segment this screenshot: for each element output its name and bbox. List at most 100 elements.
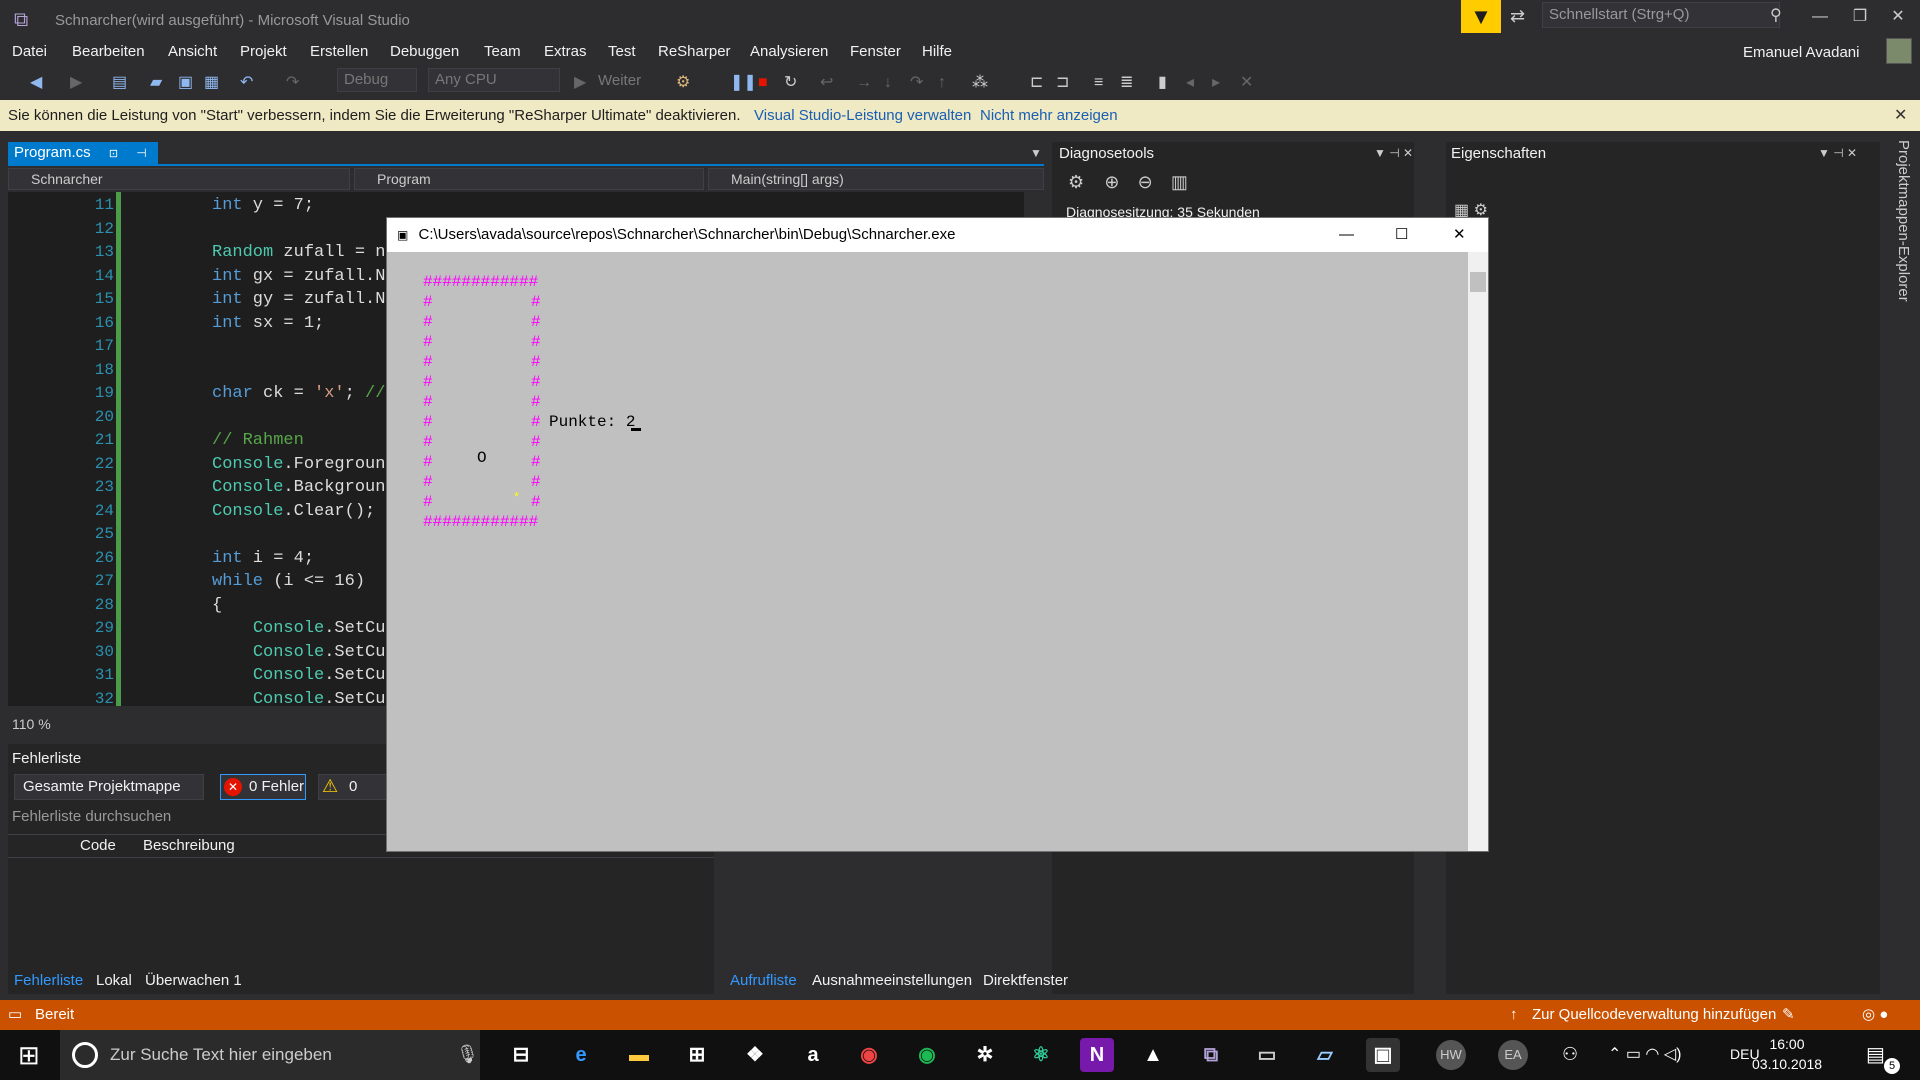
tab-program-cs[interactable]: Program.cs ⊡ ⊣ ✕ xyxy=(8,142,158,184)
scope-combo[interactable]: Gesamte Projektmappe xyxy=(14,774,204,800)
microphone-icon[interactable]: 🎙︎ xyxy=(456,1044,479,1065)
stop-icon[interactable]: ■ xyxy=(758,73,768,93)
menu-projekt[interactable]: Projekt xyxy=(240,42,287,62)
console-app-icon[interactable]: ▣ xyxy=(1366,1038,1400,1072)
tab-dropdown-icon[interactable]: ▼ xyxy=(1030,146,1042,160)
menu-team[interactable]: Team xyxy=(484,42,521,62)
code-line[interactable]: Console.SetCur xyxy=(212,666,396,685)
pin-icon[interactable]: ⊣ xyxy=(136,146,146,160)
close-button[interactable]: ✕ xyxy=(1878,4,1918,30)
menu-datei[interactable]: Datei xyxy=(12,42,47,62)
code-line[interactable]: Console.SetCur xyxy=(212,643,396,662)
console-scrollbar[interactable] xyxy=(1468,252,1488,851)
action-center-icon[interactable]: ▤ xyxy=(1866,1042,1885,1067)
clock[interactable]: 16:00 03.10.2018 xyxy=(1752,1034,1822,1074)
scroll-thumb[interactable] xyxy=(1470,272,1486,292)
console-output[interactable]: ############ # # # # # # # # # # # # # # # # # # # # # # ######… xyxy=(387,252,1468,851)
console-window[interactable]: ▣ C:\Users\avada\source\repos\Schnarcher… xyxy=(386,217,1489,852)
tray-icons[interactable]: ⌃ ▭ ◠ ◁) xyxy=(1608,1044,1681,1064)
new-project-icon[interactable]: ▤ xyxy=(112,73,127,93)
feedback-icon[interactable]: ⇄ xyxy=(1510,6,1525,27)
amazon-icon[interactable]: a xyxy=(796,1038,830,1072)
code-line[interactable]: int gx = zufall.Ne xyxy=(212,267,396,286)
code-line[interactable]: int gy = zufall.Ne xyxy=(212,290,396,309)
code-line[interactable]: Random zufall = ne xyxy=(212,243,396,262)
code-line[interactable]: Console.SetCur xyxy=(212,690,396,707)
console-minimize-button[interactable]: — xyxy=(1339,218,1354,252)
clear-bookmarks-icon[interactable]: ✕ xyxy=(1240,73,1253,93)
pen-icon[interactable]: ✎ xyxy=(1782,1000,1795,1030)
class-combo[interactable]: Program xyxy=(354,168,704,190)
uncomment-icon[interactable]: ⊐ xyxy=(1056,73,1069,93)
manage-performance-link[interactable]: Visual Studio-Leistung verwalten xyxy=(754,100,971,131)
explorer-icon[interactable]: ▬ xyxy=(622,1038,656,1072)
settings-icon[interactable]: ⚙ xyxy=(1068,172,1084,192)
code-line[interactable]: Console.Background xyxy=(212,478,396,497)
onenote-icon[interactable]: N xyxy=(1080,1038,1114,1072)
edge-icon[interactable]: e xyxy=(564,1038,598,1072)
menu-hilfe[interactable]: Hilfe xyxy=(922,42,952,62)
code-line[interactable]: int i = 4; xyxy=(212,549,314,568)
config-combo[interactable]: Debug xyxy=(337,68,417,92)
outdent-icon[interactable]: ≣ xyxy=(1120,73,1133,93)
comment-icon[interactable]: ⊏ xyxy=(1030,73,1043,93)
indent-icon[interactable]: ≡ xyxy=(1094,73,1103,93)
cortana-icon[interactable] xyxy=(72,1042,98,1068)
taskbar-search-input[interactable]: Zur Suche Text hier eingeben xyxy=(60,1030,480,1080)
step-out-icon[interactable]: ↑ xyxy=(938,73,946,93)
notification-filter-icon[interactable]: ▼ xyxy=(1461,0,1501,33)
zoom-in-icon[interactable]: ⊕ xyxy=(1104,172,1119,192)
error-search-input[interactable]: Fehlerliste durchsuchen xyxy=(12,808,171,825)
tab-ueberwachen[interactable]: Überwachen 1 xyxy=(145,972,242,989)
back-icon[interactable]: ◀ xyxy=(30,73,42,93)
console-close-button[interactable]: ✕ xyxy=(1453,218,1466,252)
save-icon[interactable]: ▣ xyxy=(178,73,193,93)
prev-bookmark-icon[interactable]: ◂ xyxy=(1186,73,1194,93)
menu-test[interactable]: Test xyxy=(608,42,636,62)
user-avatar-ea[interactable]: EA xyxy=(1498,1040,1528,1070)
menu-resharper[interactable]: ReSharper xyxy=(658,42,731,62)
code-line[interactable]: { xyxy=(212,596,222,615)
platform-combo[interactable]: Any CPU xyxy=(428,68,560,92)
task-view-icon[interactable]: ⊟ xyxy=(504,1038,538,1072)
code-line[interactable]: Console.Foreground xyxy=(212,455,396,474)
open-folder-icon[interactable]: ▰ xyxy=(150,73,162,93)
show-next-statement-icon[interactable]: ↩ xyxy=(820,73,833,93)
code-line[interactable]: char ck = 'x'; // xyxy=(212,384,385,403)
step-into-icon[interactable]: ↓ xyxy=(884,73,892,93)
menu-bearbeiten[interactable]: Bearbeiten xyxy=(72,42,145,62)
restore-button[interactable]: ❐ xyxy=(1840,4,1880,30)
console-titlebar[interactable]: ▣ C:\Users\avada\source\repos\Schnarcher… xyxy=(387,218,1488,252)
code-line[interactable]: int sx = 1; xyxy=(212,314,324,333)
continue-icon[interactable]: ▶ xyxy=(574,73,586,93)
process-icon[interactable]: ⚙ xyxy=(676,73,690,93)
quick-launch-input[interactable]: Schnellstart (Strg+Q) xyxy=(1542,2,1780,28)
panel-menu-icon[interactable]: ▼ ⊣ ✕ xyxy=(1374,146,1413,160)
menu-ansicht[interactable]: Ansicht xyxy=(168,42,217,62)
notes-icon[interactable]: ▱ xyxy=(1308,1038,1342,1072)
tab-fehlerliste[interactable]: Fehlerliste xyxy=(14,972,83,989)
forward-icon[interactable]: ▶ xyxy=(70,73,82,93)
dont-show-again-link[interactable]: Nicht mehr anzeigen xyxy=(980,100,1118,131)
store-icon[interactable]: ⊞ xyxy=(680,1038,714,1072)
source-control-button[interactable]: Zur Quellcodeverwaltung hinzufügen xyxy=(1532,1000,1776,1030)
menu-fenster[interactable]: Fenster xyxy=(850,42,901,62)
code-line[interactable]: // Rahmen xyxy=(212,431,304,450)
people-icon[interactable]: ⚇ xyxy=(1562,1044,1578,1065)
next-bookmark-icon[interactable]: ▸ xyxy=(1212,73,1220,93)
tab-ausnahmeeinstellungen[interactable]: Ausnahmeeinstellungen xyxy=(812,972,972,989)
tab-lokal[interactable]: Lokal xyxy=(96,972,132,989)
close-icon[interactable]: ✕ xyxy=(1894,100,1907,131)
tab-direktfenster[interactable]: Direktfenster xyxy=(983,972,1068,989)
step-over-icon[interactable]: → xyxy=(856,73,872,93)
spotify-icon[interactable]: ◉ xyxy=(910,1038,944,1072)
code-line[interactable]: Console.Clear(); xyxy=(212,502,375,521)
zoom-out-icon[interactable]: ⊖ xyxy=(1138,172,1153,192)
menu-analysieren[interactable]: Analysieren xyxy=(750,42,828,62)
code-line[interactable]: int y = 7; xyxy=(212,196,314,215)
tab-aufrufliste[interactable]: Aufrufliste xyxy=(730,972,797,989)
atom-icon[interactable]: ⚛ xyxy=(1024,1038,1058,1072)
solution-explorer-tab[interactable]: Projektmappen-Explorer xyxy=(1884,140,1912,310)
slack-icon[interactable]: ✲ xyxy=(968,1038,1002,1072)
network-app-icon[interactable]: ▭ xyxy=(1250,1038,1284,1072)
